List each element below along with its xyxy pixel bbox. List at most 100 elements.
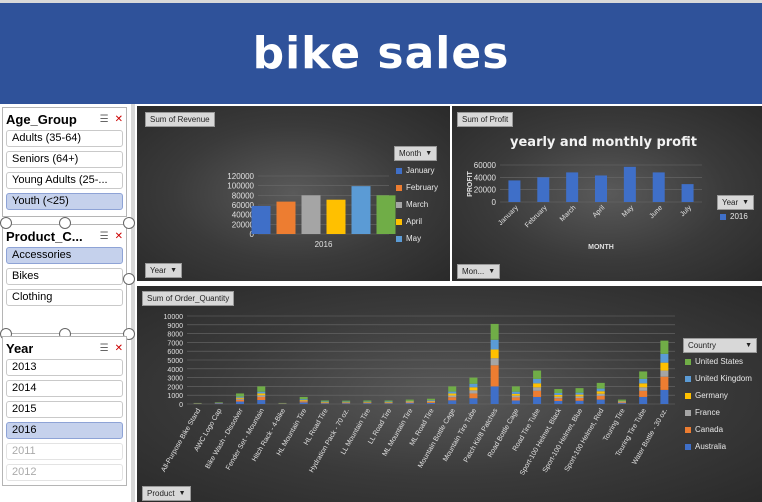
- dashboard-title: bike sales: [252, 28, 510, 79]
- order-quantity-bar-segment: [511, 391, 520, 394]
- x-tick-label: July: [679, 204, 693, 218]
- revenue-bar: [376, 195, 396, 234]
- y-tick-label: 20000: [474, 186, 497, 195]
- resize-handle[interactable]: [123, 217, 135, 229]
- x-tick-label: January: [497, 204, 520, 227]
- order-quantity-bar-segment: [596, 393, 605, 396]
- order-quantity-bar-segment: [533, 378, 542, 384]
- age-slicer-item[interactable]: Seniors (64+): [6, 151, 123, 168]
- order-quantity-bar-segment: [299, 399, 308, 400]
- age-slicer-item[interactable]: Youth (<25): [6, 193, 123, 210]
- order-quantity-bar-segment: [639, 390, 648, 397]
- x-tick-label: June: [648, 204, 664, 220]
- order-quantity-bar-segment: [448, 393, 457, 396]
- order-quantity-bar-segment: [236, 396, 245, 398]
- order-quantity-bar-segment: [363, 402, 372, 404]
- year-filter-button[interactable]: Year ▼: [145, 263, 183, 278]
- resize-handle[interactable]: [123, 273, 135, 285]
- order-quantity-bar-segment: [639, 387, 648, 391]
- multi-select-icon[interactable]: ☰: [100, 114, 109, 125]
- order-quantity-bar-segment: [575, 394, 584, 397]
- y-tick-label: 3000: [167, 376, 183, 383]
- clear-filter-icon[interactable]: ✕: [115, 231, 123, 242]
- clear-filter-icon[interactable]: ✕: [115, 114, 123, 125]
- resize-handle[interactable]: [0, 217, 12, 229]
- year-slicer-item[interactable]: 2013: [6, 359, 123, 376]
- order-quantity-bar-segment: [299, 396, 308, 400]
- dropdown-arrow-icon: ▼: [178, 490, 186, 497]
- age-group-slicer-header: Age_Group ☰ ✕: [3, 108, 126, 130]
- order-quantity-bar-segment: [469, 390, 478, 394]
- product-slicer-item[interactable]: Accessories: [6, 247, 123, 264]
- year-slicer-item[interactable]: 2011: [6, 443, 123, 460]
- order-quantity-bar-segment: [469, 383, 478, 388]
- order-quantity-bar-segment: [342, 402, 351, 404]
- multi-select-icon[interactable]: ☰: [100, 231, 109, 242]
- x-tick-label: Bike Wash - Dissolver: [205, 407, 245, 470]
- y-tick-label: 6000: [167, 349, 183, 356]
- order-quantity-bar-segment: [257, 391, 266, 394]
- order-quantity-bar-segment: [660, 340, 669, 354]
- product-category-slicer[interactable]: Product_C... ☰ ✕ Accessories Bikes Clothin…: [2, 224, 127, 334]
- order-quantity-bar-segment: [617, 399, 626, 401]
- order-quantity-bar-segment: [405, 399, 414, 401]
- profit-bar: [652, 172, 665, 202]
- order-quantity-chart: Sum of Order_Quantity Country ▼ United St…: [137, 286, 762, 502]
- revenue-plot: 0200004000060000800001000001200002016: [227, 172, 396, 249]
- order-quantity-bar-segment: [299, 400, 308, 402]
- title-banner: bike sales: [0, 3, 762, 104]
- multi-select-icon[interactable]: ☰: [100, 343, 109, 354]
- order-quantity-bar-segment: [617, 401, 626, 402]
- month-filter-button[interactable]: Mon... ▼: [457, 264, 501, 279]
- y-tick-label: 10000: [164, 314, 184, 321]
- product-slicer-item[interactable]: Bikes: [6, 268, 123, 285]
- year-slicer-item[interactable]: 2012: [6, 464, 123, 481]
- order-quantity-bar-segment: [554, 394, 563, 397]
- resize-handle[interactable]: [59, 217, 71, 229]
- y-tick-label: 8000: [167, 332, 183, 339]
- order-quantity-bar-segment: [363, 400, 372, 402]
- order-quantity-bar-segment: [660, 389, 669, 404]
- product-slicer-item[interactable]: Clothing: [6, 289, 123, 306]
- order-quantity-bar-segment: [511, 397, 520, 401]
- order-quantity-bar-segment: [448, 397, 457, 401]
- order-quantity-bar-segment: [342, 403, 351, 404]
- profit-bar: [508, 180, 521, 202]
- order-quantity-bar-segment: [427, 401, 435, 403]
- order-quantity-bar-segment: [299, 402, 308, 404]
- order-quantity-bar-segment: [469, 377, 478, 384]
- year-slicer: Year ☰ ✕ 2013 2014 2015 2016 2011 2012: [2, 336, 127, 486]
- order-quantity-bar-segment: [448, 391, 457, 394]
- year-items: 2013 2014 2015 2016 2011 2012: [3, 359, 126, 481]
- order-quantity-bar-segment: [617, 402, 626, 404]
- year-slicer-item[interactable]: 2015: [6, 401, 123, 418]
- x-tick-label: Touring Tire: [602, 407, 626, 442]
- x-tick-label: March: [559, 204, 578, 223]
- age-slicer-item[interactable]: Young Adults (25-...: [6, 172, 123, 189]
- y-tick-label: 7000: [167, 340, 183, 347]
- revenue-chart: Sum of Revenue Month ▼ January February Mar…: [137, 106, 450, 281]
- order-quantity-bar-segment: [596, 399, 605, 404]
- revenue-bar: [251, 205, 271, 234]
- order-quantity-bar-segment: [490, 358, 499, 366]
- order-quantity-bar-segment: [384, 402, 393, 404]
- y-tick-label: 0: [179, 402, 183, 409]
- order-quantity-bar-segment: [257, 386, 266, 392]
- year-slicer-item[interactable]: 2016: [6, 422, 123, 439]
- order-quantity-bar-segment: [660, 370, 669, 377]
- y-tick-label: 1000: [167, 393, 183, 400]
- age-slicer-item[interactable]: Adults (35-64): [6, 130, 123, 147]
- year-slicer-header: Year ☰ ✕: [3, 337, 126, 359]
- revenue-bar: [326, 199, 346, 234]
- order-quantity-bar-segment: [384, 400, 393, 402]
- year-slicer-item[interactable]: 2014: [6, 380, 123, 397]
- x-tick-label: Sport-100 Helmet, Blue: [542, 407, 584, 474]
- order-quantity-plot: 0100020003000400050006000700080009000100…: [160, 314, 675, 477]
- clear-filter-icon[interactable]: ✕: [115, 343, 123, 354]
- x-tick-label: All-Purpose Bike Stand: [160, 407, 202, 473]
- order-quantity-bar-segment: [257, 400, 266, 404]
- product-filter-button[interactable]: Product ▼: [142, 486, 191, 501]
- order-quantity-bar-segment: [554, 400, 563, 404]
- order-quantity-bar-segment: [660, 376, 669, 390]
- order-quantity-bar-segment: [236, 393, 245, 397]
